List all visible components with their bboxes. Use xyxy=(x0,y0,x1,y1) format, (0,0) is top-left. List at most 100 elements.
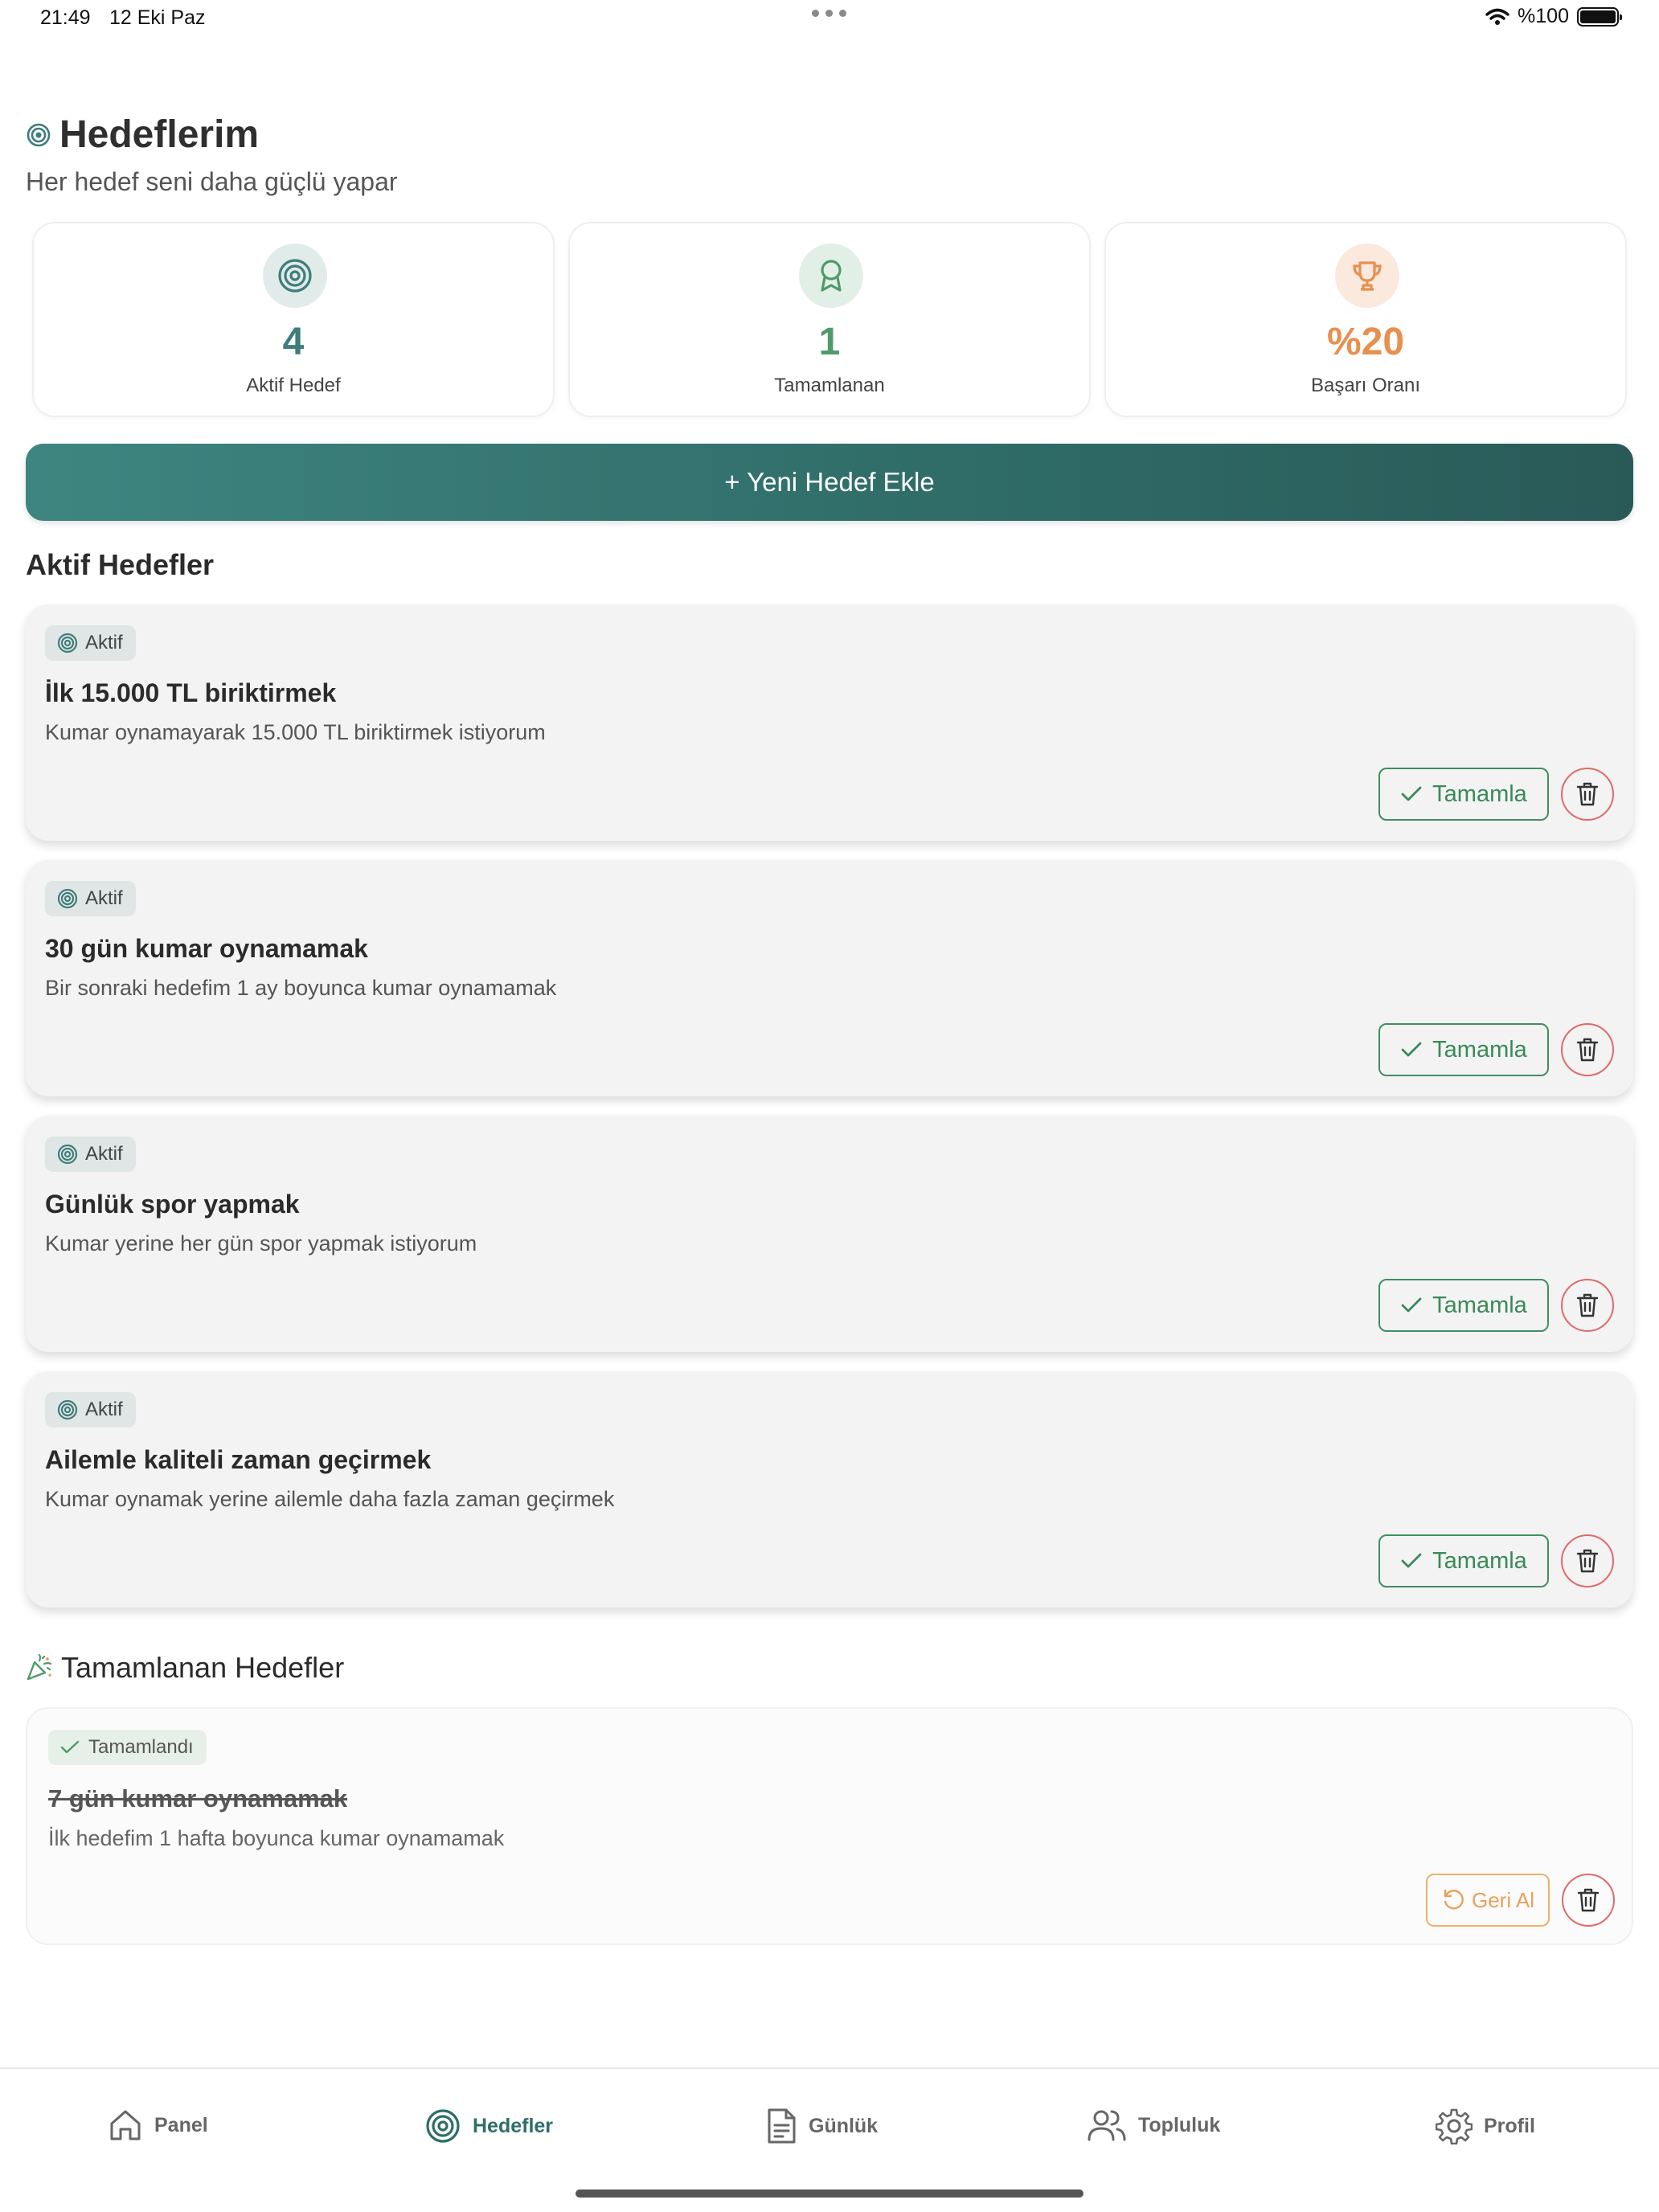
users-icon xyxy=(1088,2110,1126,2141)
target-icon xyxy=(27,123,51,146)
completed-goals-header: Tamamlanan Hedefler xyxy=(26,1651,344,1685)
delete-button[interactable] xyxy=(1561,768,1614,821)
tab-hedefler[interactable]: Hedefler xyxy=(424,2108,553,2144)
trash-icon xyxy=(1577,1888,1600,1912)
status-badge: Aktif xyxy=(45,881,136,916)
check-icon xyxy=(1401,1297,1422,1313)
trophy-icon xyxy=(1335,244,1399,308)
goal-card: Aktif İlk 15.000 TL biriktirmek Kumar oy… xyxy=(26,604,1633,841)
target-icon xyxy=(426,2109,460,2143)
battery-percentage: %100 xyxy=(1518,5,1569,27)
goal-description: Kumar yerine her gün spor yapmak istiyor… xyxy=(45,1231,477,1256)
battery-icon xyxy=(1577,6,1622,27)
wifi-icon xyxy=(1485,8,1509,25)
gear-icon xyxy=(1436,2108,1473,2144)
stat-label: Tamamlanan xyxy=(774,375,885,396)
stat-label: Başarı Oranı xyxy=(1310,375,1421,396)
badge-label: Aktif xyxy=(85,887,123,909)
complete-label: Tamamla xyxy=(1432,1292,1527,1318)
goal-title: Ailemle kaliteli zaman geçirmek xyxy=(45,1445,432,1474)
completed-goals-title: Tamamlanan Hedefler xyxy=(61,1651,345,1684)
stat-card-active: 4 Aktif Hedef xyxy=(32,222,555,417)
goal-description: Kumar oynamayarak 15.000 TL biriktirmek … xyxy=(45,720,546,744)
check-icon xyxy=(1401,786,1422,801)
tab-gunluk[interactable]: Günlük xyxy=(765,2108,878,2144)
target-icon xyxy=(57,1399,78,1420)
badge-label: Tamamlandı xyxy=(88,1736,194,1758)
goal-description: Bir sonraki hedefim 1 ay boyunca kumar o… xyxy=(45,976,557,1000)
goal-card: Aktif Ailemle kaliteli zaman geçirmek Ku… xyxy=(26,1371,1633,1608)
delete-button[interactable] xyxy=(1561,1534,1614,1587)
undo-icon xyxy=(1444,1889,1464,1910)
tab-label: Hedefler xyxy=(473,2114,554,2137)
complete-button[interactable]: Tamamla xyxy=(1378,1534,1549,1587)
status-time: 21:49 xyxy=(40,6,91,29)
badge-label: Aktif xyxy=(85,1143,123,1165)
goal-title: 7 gün kumar oynamamak xyxy=(48,1784,348,1813)
check-icon xyxy=(1401,1042,1422,1057)
goal-title: 30 gün kumar oynamamak xyxy=(45,934,368,963)
page-title: Hedeflerim xyxy=(59,113,260,156)
complete-label: Tamamla xyxy=(1432,1036,1527,1063)
complete-button[interactable]: Tamamla xyxy=(1378,1279,1549,1332)
target-icon xyxy=(57,888,78,909)
delete-button[interactable] xyxy=(1561,1279,1614,1332)
page-header: Hedeflerim xyxy=(26,113,259,157)
stat-label: Aktif Hedef xyxy=(246,375,341,396)
target-icon xyxy=(57,1144,78,1165)
tab-label: Panel xyxy=(154,2113,208,2136)
delete-button[interactable] xyxy=(1562,1874,1615,1927)
trash-icon xyxy=(1576,1038,1599,1062)
home-icon xyxy=(110,2110,141,2140)
completed-goal-card: Tamamlandı 7 gün kumar oynamamak İlk hed… xyxy=(26,1707,1633,1945)
check-icon xyxy=(1401,1553,1422,1568)
status-badge: Aktif xyxy=(45,1137,136,1172)
complete-button[interactable]: Tamamla xyxy=(1378,1023,1549,1076)
tab-topluluk[interactable]: Topluluk xyxy=(1087,2108,1220,2143)
document-icon xyxy=(768,2108,796,2144)
target-icon xyxy=(57,633,78,653)
stat-card-success-rate: %20 Başarı Oranı xyxy=(1104,222,1627,417)
undo-button[interactable]: Geri Al xyxy=(1426,1874,1550,1927)
active-goals-title: Aktif Hedefler xyxy=(26,548,215,581)
check-icon xyxy=(60,1740,80,1754)
complete-label: Tamamla xyxy=(1432,780,1527,807)
tab-panel[interactable]: Panel xyxy=(108,2108,208,2143)
complete-button[interactable]: Tamamla xyxy=(1378,768,1549,821)
party-popper-icon xyxy=(27,1654,52,1681)
tab-label: Topluluk xyxy=(1138,2113,1221,2136)
page-subtitle: Her hedef seni daha güçlü yapar xyxy=(26,167,398,196)
tab-label: Günlük xyxy=(809,2114,879,2137)
stat-card-completed: 1 Tamamlanan xyxy=(568,222,1091,417)
trash-icon xyxy=(1576,1549,1599,1573)
stat-value: 1 xyxy=(818,321,841,363)
goal-description: Kumar oynamak yerine ailemle daha fazla … xyxy=(45,1487,615,1511)
goals-screen: 21:49 12 Eki Paz %100 Hedeflerim Her hed… xyxy=(0,0,1659,2212)
status-bar: 21:49 12 Eki Paz %100 xyxy=(0,0,1659,39)
home-indicator[interactable] xyxy=(576,2189,1083,2198)
goal-card: Aktif Günlük spor yapmak Kumar yerine he… xyxy=(26,1116,1633,1352)
badge-label: Aktif xyxy=(85,632,123,653)
undo-label: Geri Al xyxy=(1471,1887,1535,1912)
status-indicators: %100 xyxy=(1485,5,1622,28)
tab-profil[interactable]: Profil xyxy=(1436,2108,1535,2144)
delete-button[interactable] xyxy=(1561,1023,1614,1076)
goal-title: İlk 15.000 TL biriktirmek xyxy=(45,678,337,707)
goal-card: Aktif 30 gün kumar oynamamak Bir sonraki… xyxy=(26,860,1633,1096)
target-icon xyxy=(263,244,327,308)
status-date: 12 Eki Paz xyxy=(109,6,206,29)
stat-value: 4 xyxy=(282,321,305,363)
trash-icon xyxy=(1576,1293,1599,1317)
award-icon xyxy=(799,244,863,308)
badge-label: Aktif xyxy=(85,1399,123,1420)
trash-icon xyxy=(1576,782,1599,806)
stat-value: %20 xyxy=(1326,321,1405,363)
tab-label: Profil xyxy=(1484,2114,1535,2137)
add-goal-button[interactable]: + Yeni Hedef Ekle xyxy=(26,444,1633,521)
goal-description: İlk hedefim 1 hafta boyunca kumar oynama… xyxy=(48,1826,505,1850)
status-badge: Aktif xyxy=(45,1392,136,1428)
goal-title: Günlük spor yapmak xyxy=(45,1190,300,1219)
complete-label: Tamamla xyxy=(1432,1547,1527,1574)
multitasking-dots-icon[interactable] xyxy=(812,10,846,17)
status-badge: Aktif xyxy=(45,625,136,661)
